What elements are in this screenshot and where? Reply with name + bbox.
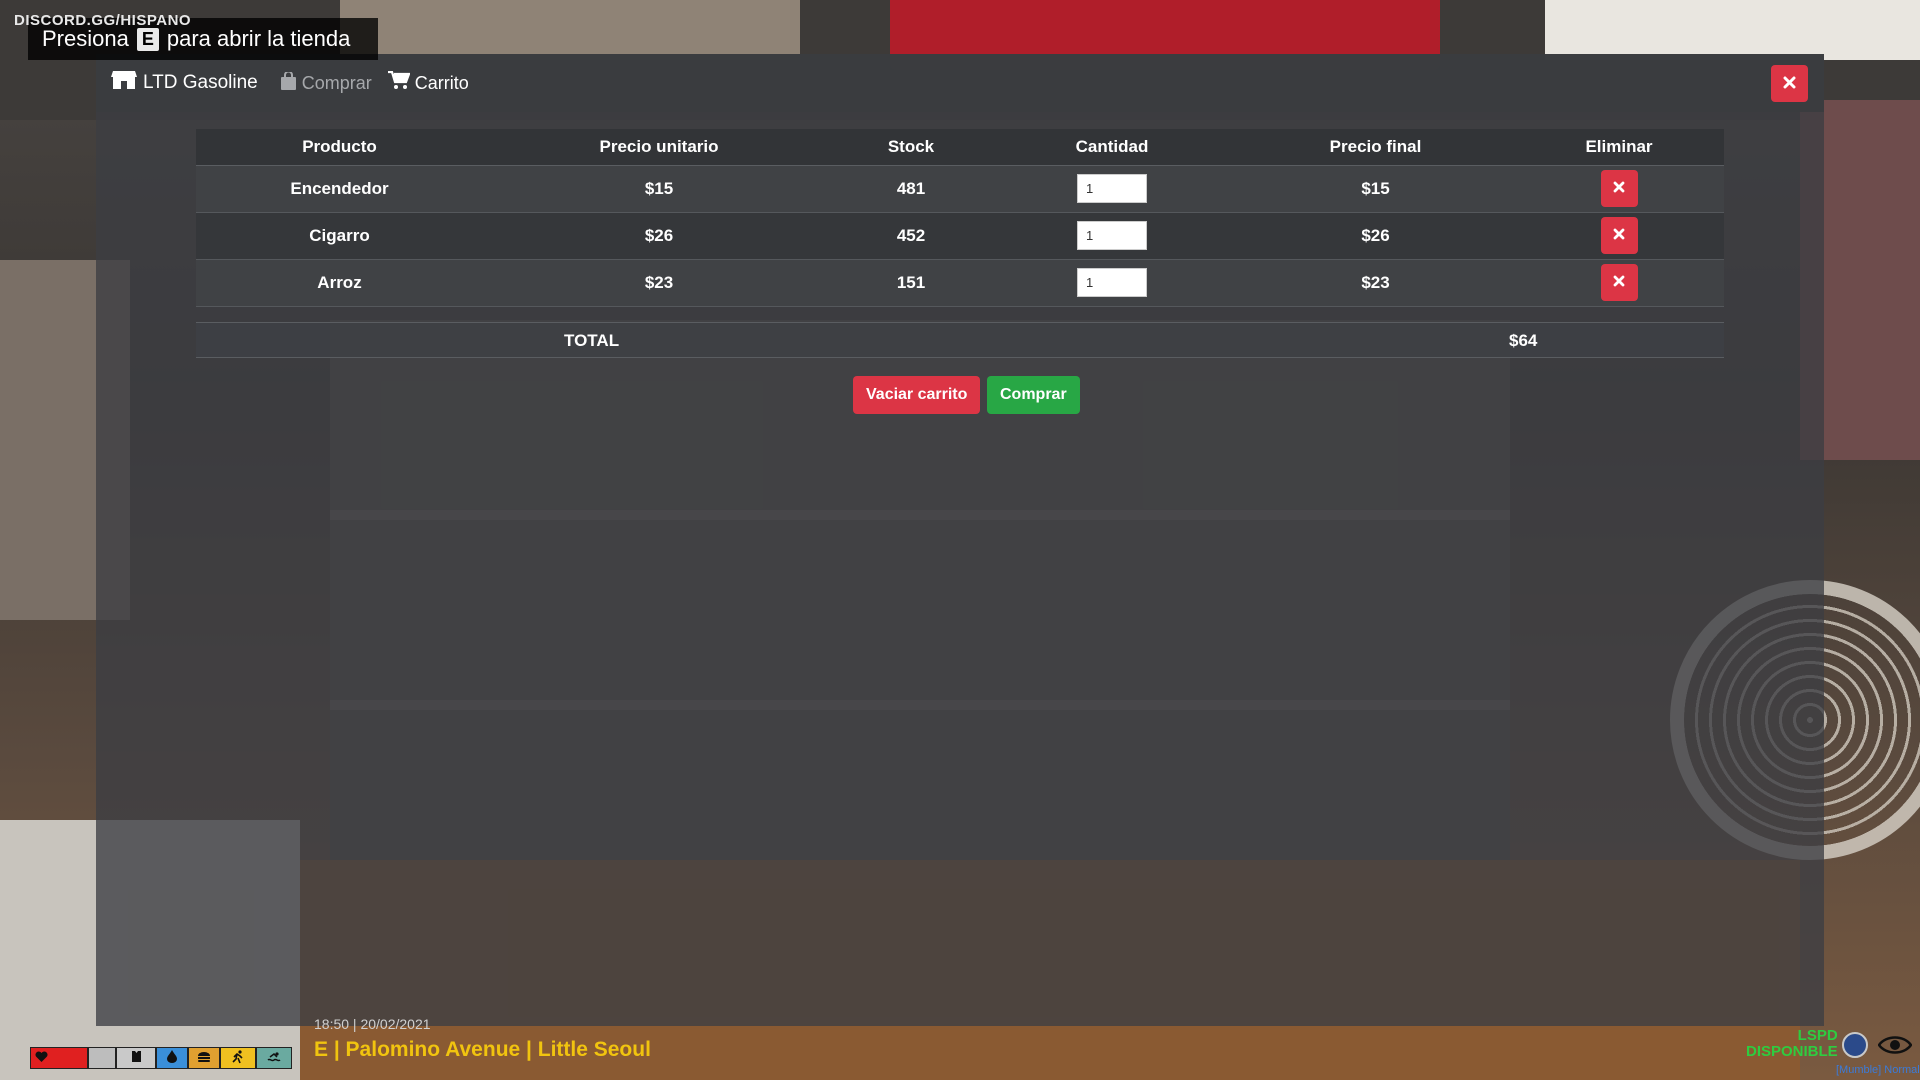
shop-panel: LTD Gasoline Comprar Carrito Producto Pr…: [96, 54, 1824, 1026]
quantity-input[interactable]: [1077, 221, 1147, 250]
cart-icon: [387, 70, 415, 95]
header-precio-unitario: Precio unitario: [483, 129, 835, 166]
hud-location: E | Palomino Avenue | Little Seoul: [314, 1038, 651, 1061]
cell-unit-price: $15: [483, 165, 835, 213]
hunger-bar: [188, 1047, 220, 1069]
prompt-text-before: Presiona: [42, 26, 129, 51]
water-drop-icon: [167, 1050, 177, 1066]
cell-delete: [1514, 212, 1724, 260]
nav-carrito[interactable]: Carrito: [387, 70, 469, 95]
discord-watermark: DISCORD.GG/HISPANO: [14, 12, 192, 29]
job-status: LSPD DISPONIBLE: [1746, 1028, 1838, 1060]
total-label: TOTAL: [564, 331, 620, 350]
prompt-text-after: para abrir la tienda: [166, 26, 351, 51]
cell-quantity: [987, 259, 1237, 307]
nav-comprar[interactable]: Comprar: [280, 70, 372, 95]
nav-carrito-label: Carrito: [414, 72, 469, 93]
cell-delete: [1514, 259, 1724, 307]
table-row: Encendedor $15 481 $15: [196, 165, 1724, 213]
header-stock: Stock: [835, 129, 987, 166]
armor-bar: [116, 1047, 156, 1069]
cell-unit-price: $23: [483, 259, 835, 307]
cell-final-price: $15: [1237, 165, 1514, 213]
close-icon: [1613, 181, 1625, 196]
quantity-input[interactable]: [1077, 174, 1147, 203]
cell-stock: 481: [835, 165, 987, 213]
stamina-bar: [220, 1047, 256, 1069]
job-status-line2: DISPONIBLE: [1746, 1043, 1838, 1060]
shopping-bag-icon: [280, 70, 302, 95]
cell-product: Arroz: [196, 259, 483, 307]
shop-brand-name: LTD Gasoline: [143, 72, 258, 93]
cart-total-row: TOTAL $64: [196, 322, 1724, 358]
health-bar: [30, 1047, 88, 1069]
swimming-icon: [267, 1051, 281, 1066]
cell-stock: 151: [835, 259, 987, 307]
remove-item-button[interactable]: [1600, 217, 1638, 254]
white-store-sign: [1545, 0, 1920, 60]
thirst-bar: [156, 1047, 188, 1069]
cell-final-price: $23: [1237, 259, 1514, 307]
cell-stock: 452: [835, 212, 987, 260]
hud-time: 18:50 | 20/02/2021: [314, 1016, 431, 1032]
eye-icon: [1877, 1034, 1913, 1061]
close-icon: [1613, 275, 1625, 290]
vest-icon: [130, 1050, 143, 1066]
redwood-sign: [340, 0, 800, 60]
store-icon: [111, 69, 143, 97]
header-precio-final: Precio final: [1237, 129, 1514, 166]
running-icon: [231, 1049, 245, 1067]
cell-product: Cigarro: [196, 212, 483, 260]
cell-unit-price: $26: [483, 212, 835, 260]
cart-table: Producto Precio unitario Stock Cantidad …: [196, 129, 1724, 307]
empty-cart-button[interactable]: Vaciar carrito: [853, 376, 981, 414]
shop-brand[interactable]: LTD Gasoline: [111, 69, 258, 97]
nav-comprar-label: Comprar: [301, 72, 372, 93]
burger-icon: [197, 1051, 211, 1066]
header-eliminar: Eliminar: [1514, 129, 1724, 166]
table-row: Arroz $23 151 $23: [196, 259, 1724, 307]
police-badge-icon: [1842, 1032, 1868, 1058]
cell-product: Encendedor: [196, 165, 483, 213]
cell-final-price: $26: [1237, 212, 1514, 260]
table-row: Cigarro $26 452 $26: [196, 212, 1724, 260]
table-header-row: Producto Precio unitario Stock Cantidad …: [196, 129, 1724, 166]
header-producto: Producto: [196, 129, 483, 166]
header-cantidad: Cantidad: [987, 129, 1237, 166]
close-icon: [1783, 76, 1796, 92]
close-button[interactable]: [1771, 65, 1808, 102]
oxygen-bar: [256, 1047, 292, 1069]
heart-icon: [35, 1050, 48, 1066]
cell-quantity: [987, 212, 1237, 260]
quantity-input[interactable]: [1077, 268, 1147, 297]
cell-quantity: [987, 165, 1237, 213]
shop-navbar: LTD Gasoline Comprar Carrito: [96, 54, 1824, 112]
close-icon: [1613, 228, 1625, 243]
health-bar-empty: [88, 1047, 116, 1069]
remove-item-button[interactable]: [1600, 264, 1638, 301]
remove-item-button[interactable]: [1600, 170, 1638, 207]
voice-mode: [Mumble] Normal: [1836, 1064, 1920, 1076]
cell-delete: [1514, 165, 1724, 213]
status-hud-bar: [30, 1047, 292, 1069]
total-value: $64: [1509, 331, 1538, 350]
buy-button[interactable]: Comprar: [987, 376, 1080, 414]
prompt-key: E: [136, 27, 159, 51]
job-status-line1: LSPD: [1797, 1027, 1838, 1044]
